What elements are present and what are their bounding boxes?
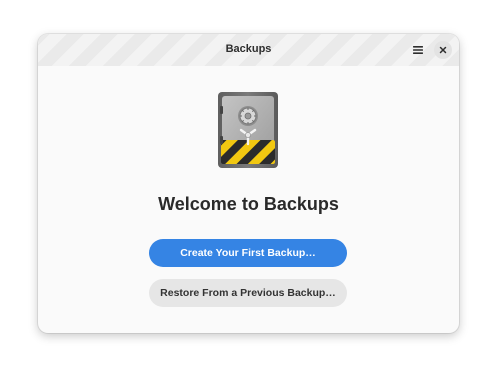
app-window: Backups Welcome to Backups Create Your F… [38,34,459,333]
restore-previous-backup-button[interactable]: Restore From a Previous Backup… [149,279,347,307]
close-icon [439,46,447,54]
header-bar: Backups [38,34,459,66]
main-menu-button[interactable] [410,42,426,58]
vault-safe-icon [218,92,278,168]
welcome-heading: Welcome to Backups [158,194,339,214]
window-title: Backups [225,43,272,55]
create-first-backup-button[interactable]: Create Your First Backup… [149,239,347,267]
hamburger-menu-icon [413,46,423,54]
close-button[interactable] [434,41,452,59]
